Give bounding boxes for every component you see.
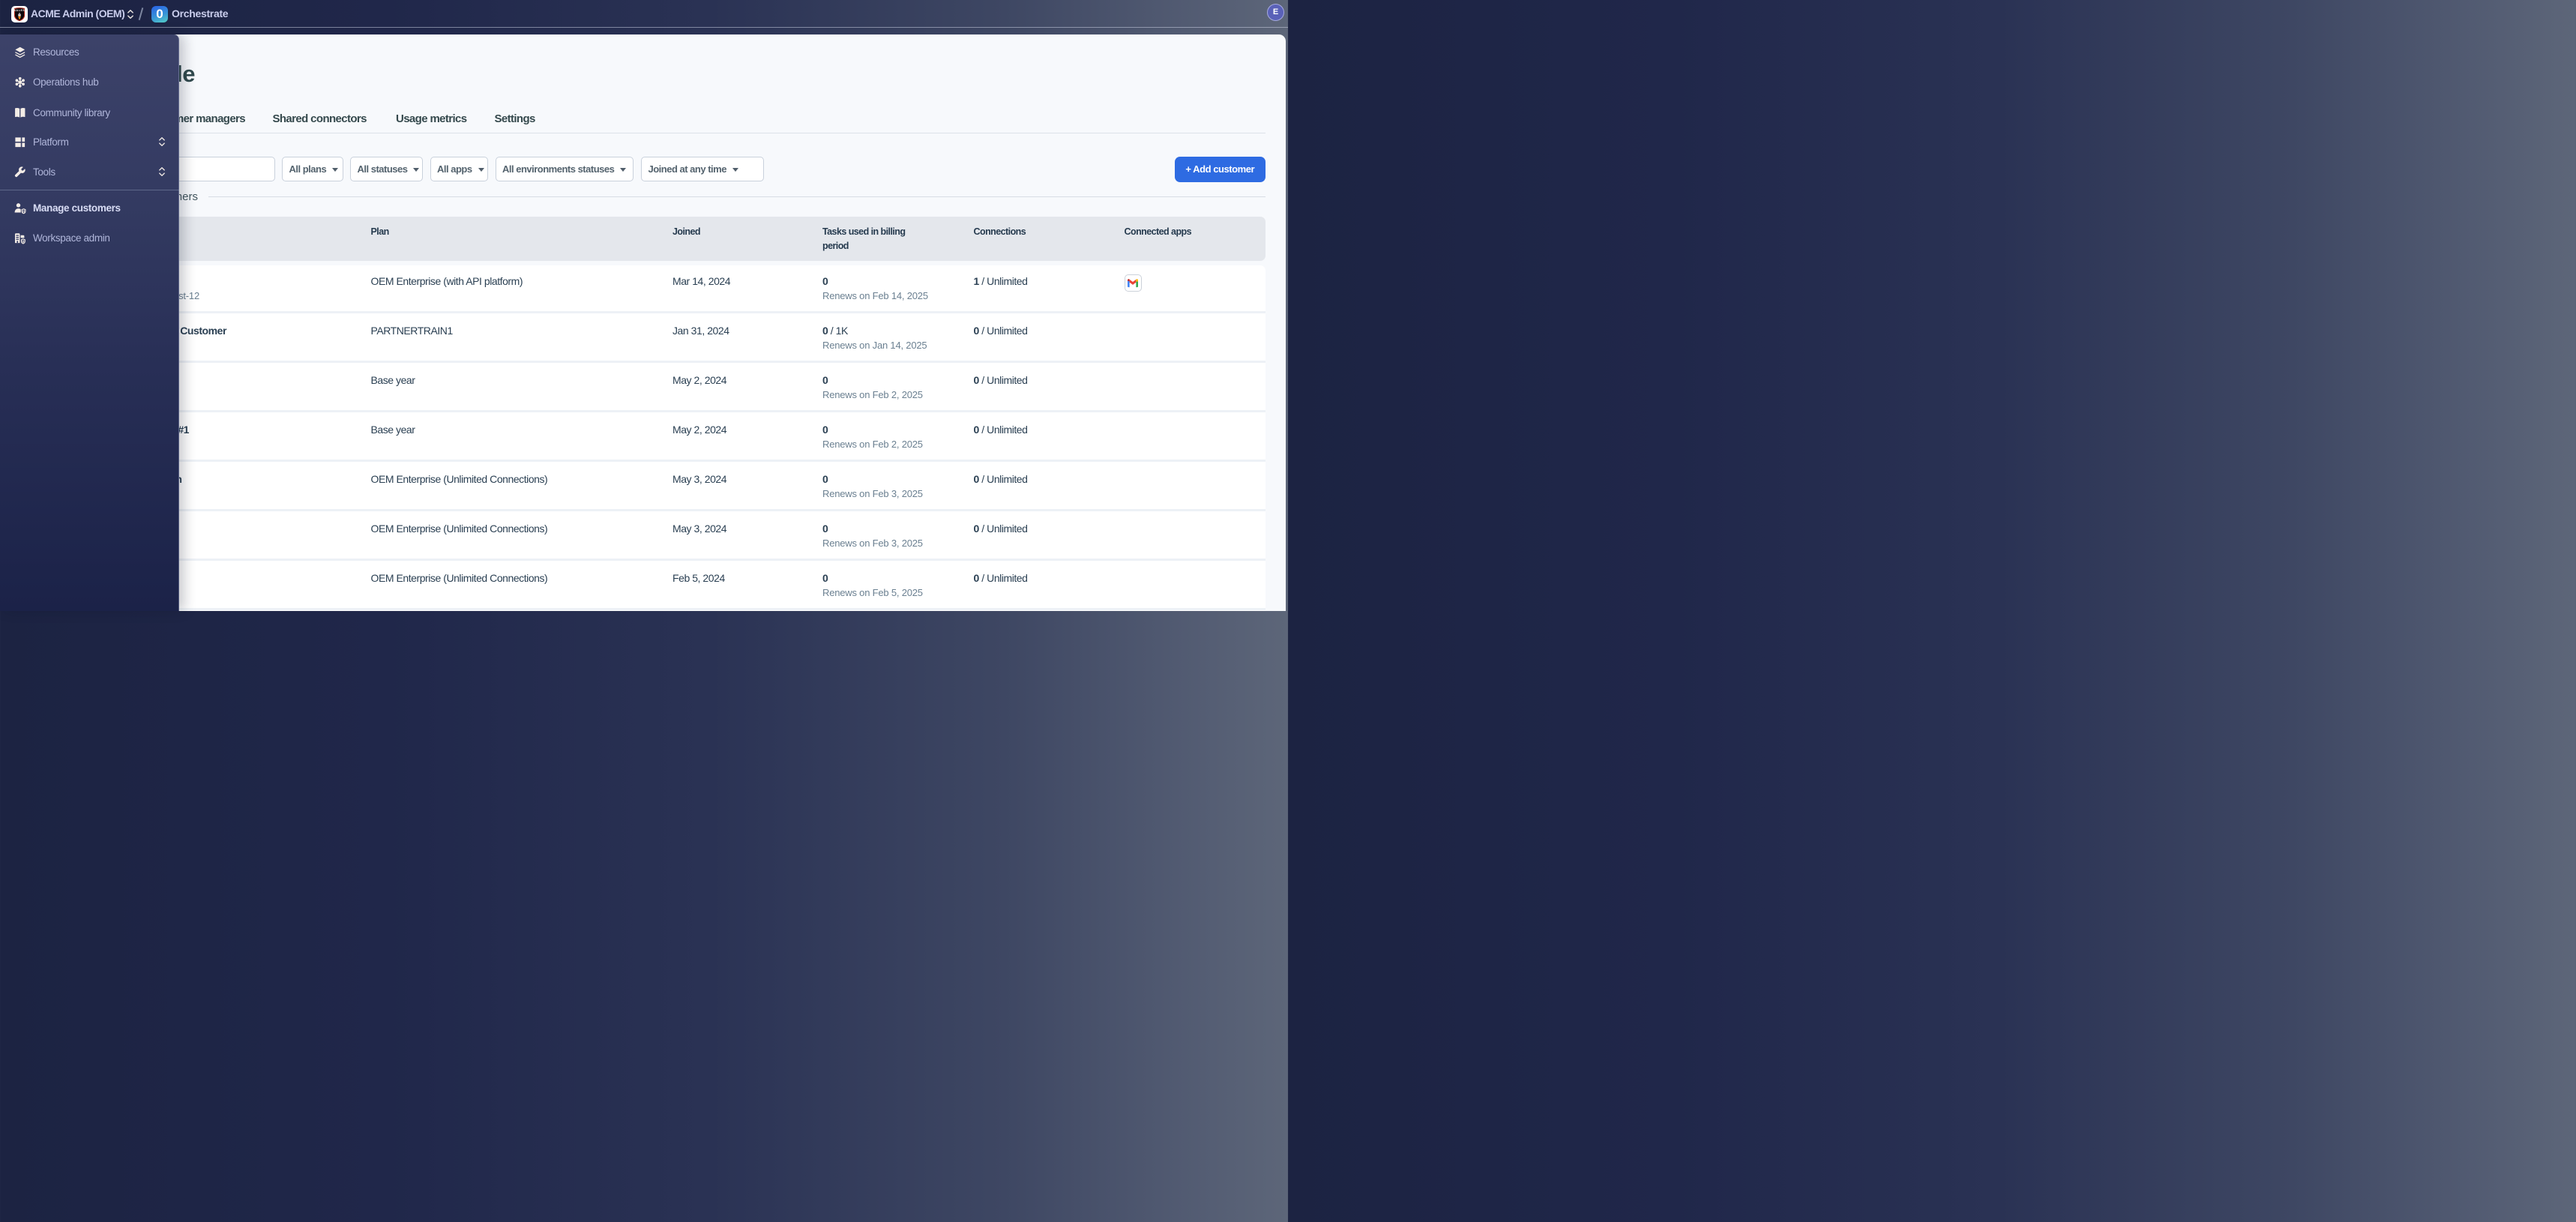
svg-text:SALES: SALES [14, 8, 25, 11]
